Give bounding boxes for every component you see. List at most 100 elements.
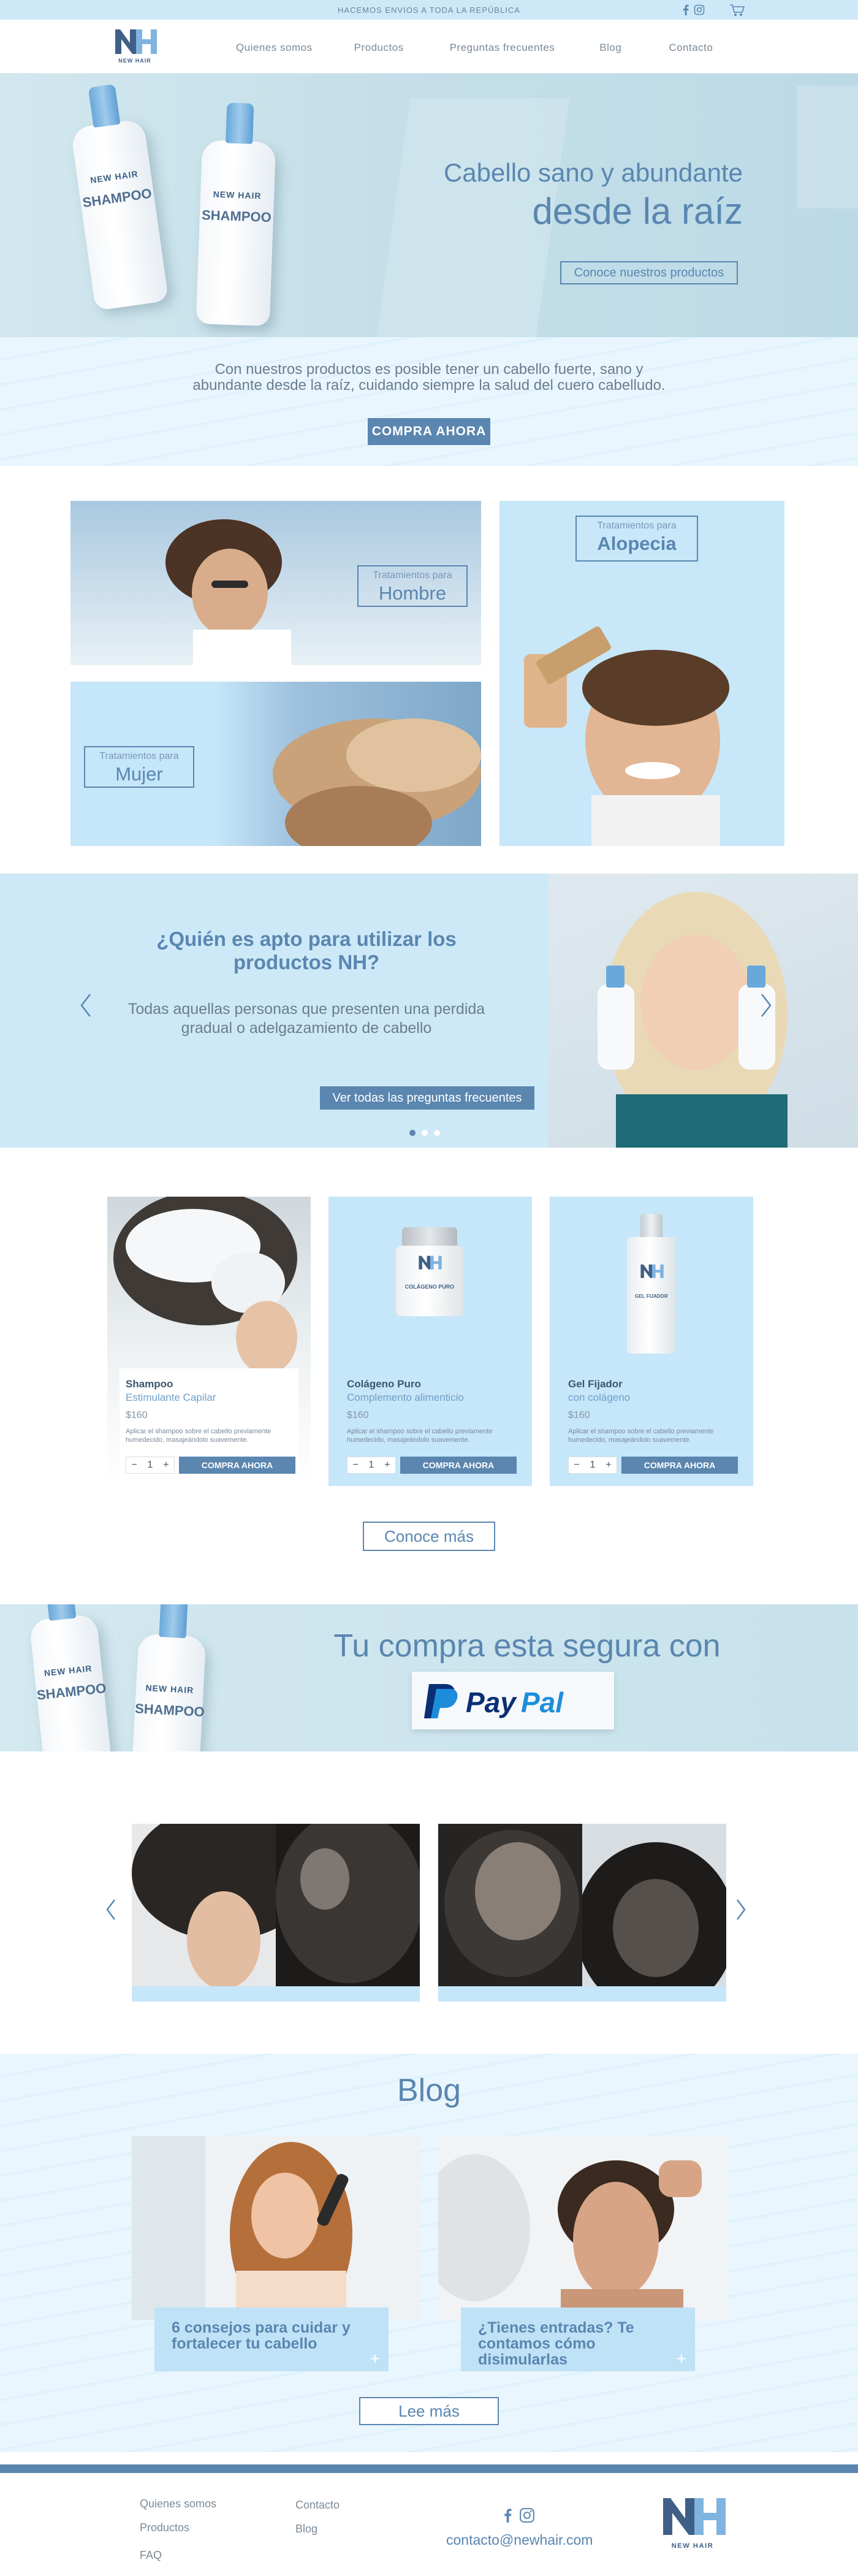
shampoo-bottle-image: NEW HAIR SHAMPOO <box>131 1604 207 1751</box>
treatment-card-alopecia[interactable]: Tratamientos para Alopecia <box>499 501 784 846</box>
buy-now-button[interactable]: COMPRA AHORA <box>179 1457 295 1474</box>
faq-next-button[interactable] <box>760 993 772 1024</box>
product-name[interactable]: Colágeno Puro <box>347 1378 520 1390</box>
all-faq-button[interactable]: Ver todas las preguntas frecuentes <box>320 1086 534 1110</box>
footer-logo[interactable]: NEW HAIR <box>656 2490 729 2558</box>
facebook-icon[interactable] <box>504 2507 512 2523</box>
faq-slider: ¿Quién es apto para utilizar los product… <box>0 874 858 1148</box>
footer-link-blog[interactable]: Blog <box>295 2523 340 2536</box>
hero-products-button[interactable]: Conoce nuestros productos <box>560 261 738 284</box>
increment-button[interactable]: + <box>606 1460 611 1471</box>
quantity-value[interactable]: 1 <box>590 1460 596 1471</box>
bottle-brand-label: NEW HAIR <box>89 169 139 186</box>
buy-now-button[interactable]: COMPRA AHORA <box>400 1457 517 1474</box>
product-subtitle: Estimulante Capilar <box>126 1392 216 1403</box>
instagram-icon[interactable] <box>519 2507 535 2523</box>
chevron-left-icon[interactable] <box>80 993 92 1018</box>
increment-button[interactable]: + <box>384 1460 390 1471</box>
instagram-icon[interactable] <box>694 4 705 15</box>
main-navigation: NEW HAIR Quienes somos Productos Pregunt… <box>0 20 858 74</box>
intro-section: Con nuestros productos es posible tener … <box>0 337 858 466</box>
chevron-right-icon[interactable] <box>735 1899 746 1921</box>
paypal-logo: Pay Pal <box>412 1672 614 1729</box>
result-card <box>132 1824 420 2002</box>
before-scalp-photo <box>132 1824 276 1986</box>
slider-dot[interactable] <box>422 1130 428 1136</box>
footer-link-contacto[interactable]: Contacto <box>295 2499 340 2512</box>
results-next-button[interactable] <box>735 1897 746 1927</box>
blog-post-image[interactable] <box>132 2136 420 2320</box>
blog-post-title[interactable]: ¿Tienes entradas? Te contamos cómo disim… <box>478 2320 680 2368</box>
collagen-jar-image: COLÁGENO PURO <box>396 1227 463 1316</box>
read-more-button[interactable]: Lee más <box>359 2397 499 2425</box>
blog-post-title[interactable]: 6 consejos para cuidar y fortalecer tu c… <box>172 2320 374 2352</box>
blog-post-image[interactable] <box>438 2136 726 2320</box>
footer-links-1: Quienes somos Productos FAQ <box>140 2498 216 2562</box>
decrement-button[interactable]: − <box>574 1460 579 1471</box>
nav-item-contacto[interactable]: Contacto <box>669 42 713 54</box>
treatment-card-hombre[interactable]: Tratamientos para Hombre <box>70 501 481 665</box>
product-card-gel: GEL FIJADOR Gel Fijador con colágeno $16… <box>550 1197 753 1486</box>
quantity-stepper[interactable]: − 1 + <box>347 1457 396 1474</box>
paypal-text-pal: Pal <box>521 1686 564 1718</box>
bottle-cap <box>88 84 121 128</box>
nav-item-preguntas-frecuentes[interactable]: Preguntas frecuentes <box>450 42 555 54</box>
blog-post-card[interactable]: ¿Tienes entradas? Te contamos cómo disim… <box>461 2307 695 2371</box>
quantity-value[interactable]: 1 <box>369 1460 374 1471</box>
product-name[interactable]: Gel Fijador <box>568 1378 741 1390</box>
slider-dots <box>409 1130 440 1136</box>
bottle-cap <box>45 1604 77 1621</box>
quantity-stepper[interactable]: − 1 + <box>568 1457 617 1474</box>
footer-link-faq[interactable]: FAQ <box>140 2549 216 2562</box>
plus-icon[interactable]: + <box>370 2349 380 2369</box>
after-scalp-photo <box>276 1824 420 1986</box>
footer-link-quienes-somos[interactable]: Quienes somos <box>140 2498 216 2510</box>
secure-payment-banner: NEW HAIR SHAMPOO NEW HAIR SHAMPOO Tu com… <box>0 1604 858 1751</box>
buy-now-button[interactable]: COMPRA AHORA <box>368 418 490 445</box>
shampoo-bottle-image: NEW HAIR SHAMPOO <box>29 1604 112 1751</box>
brand-logo[interactable]: NEW HAIR <box>110 26 159 67</box>
slider-dot[interactable] <box>409 1130 416 1136</box>
bottle-label: GEL FIJADOR <box>635 1294 668 1299</box>
footer-email[interactable]: contacto@newhair.com <box>446 2532 593 2548</box>
hero-banner: NEW HAIR SHAMPOO NEW HAIR SHAMPOO Cabell… <box>0 74 858 337</box>
nav-item-quienes-somos[interactable]: Quienes somos <box>236 42 313 54</box>
faq-answer: Todas aquellas personas que presenten un… <box>127 1000 485 1037</box>
woman-with-products-photo <box>549 874 858 1148</box>
logo-text: NEW HAIR <box>118 58 151 64</box>
footer-link-productos[interactable]: Productos <box>140 2521 216 2534</box>
quantity-value[interactable]: 1 <box>148 1460 153 1471</box>
product-info: Colágeno Puro Complemento alimenticio $1… <box>347 1378 520 1444</box>
treatment-title: Alopecia <box>597 533 677 554</box>
product-name[interactable]: Shampoo <box>126 1378 298 1390</box>
blog-post-card[interactable]: 6 consejos para cuidar y fortalecer tu c… <box>154 2307 389 2371</box>
intro-text: Con nuestros productos es posible tener … <box>192 361 666 394</box>
slider-dot[interactable] <box>434 1130 440 1136</box>
cart-icon[interactable] <box>729 4 745 17</box>
bottle-cap <box>159 1604 188 1639</box>
decrement-button[interactable]: − <box>352 1460 358 1471</box>
faq-prev-button[interactable] <box>80 993 92 1024</box>
product-subtitle: Complemento alimenticio <box>347 1392 464 1403</box>
chevron-right-icon[interactable] <box>760 993 772 1018</box>
nav-item-productos[interactable]: Productos <box>354 42 404 54</box>
pump-head <box>640 1214 662 1238</box>
results-prev-button[interactable] <box>105 1897 116 1927</box>
buy-now-button[interactable]: COMPRA AHORA <box>621 1457 738 1474</box>
chevron-left-icon[interactable] <box>105 1899 116 1921</box>
facebook-icon[interactable] <box>683 4 689 15</box>
hero-title-line2: desde la raíz <box>532 191 743 232</box>
nav-item-blog[interactable]: Blog <box>599 42 621 54</box>
bottle-brand-label: NEW HAIR <box>44 1663 93 1679</box>
conoce-mas-button[interactable]: Conoce más <box>363 1522 495 1551</box>
quantity-stepper[interactable]: − 1 + <box>126 1457 175 1474</box>
blog-section: Blog 6 consejos para cuidar y fortalecer… <box>0 2054 858 2452</box>
decrement-button[interactable]: − <box>131 1460 137 1471</box>
plus-icon[interactable]: + <box>677 2349 686 2369</box>
treatment-card-mujer[interactable]: Tratamientos para Mujer <box>70 682 481 846</box>
treatment-label-hombre: Tratamientos para Hombre <box>357 565 468 607</box>
gel-bottle-image: GEL FIJADOR <box>627 1214 676 1355</box>
treatment-small-label: Tratamientos para <box>597 520 677 531</box>
increment-button[interactable]: + <box>163 1460 169 1471</box>
brand-logo <box>419 1256 442 1270</box>
